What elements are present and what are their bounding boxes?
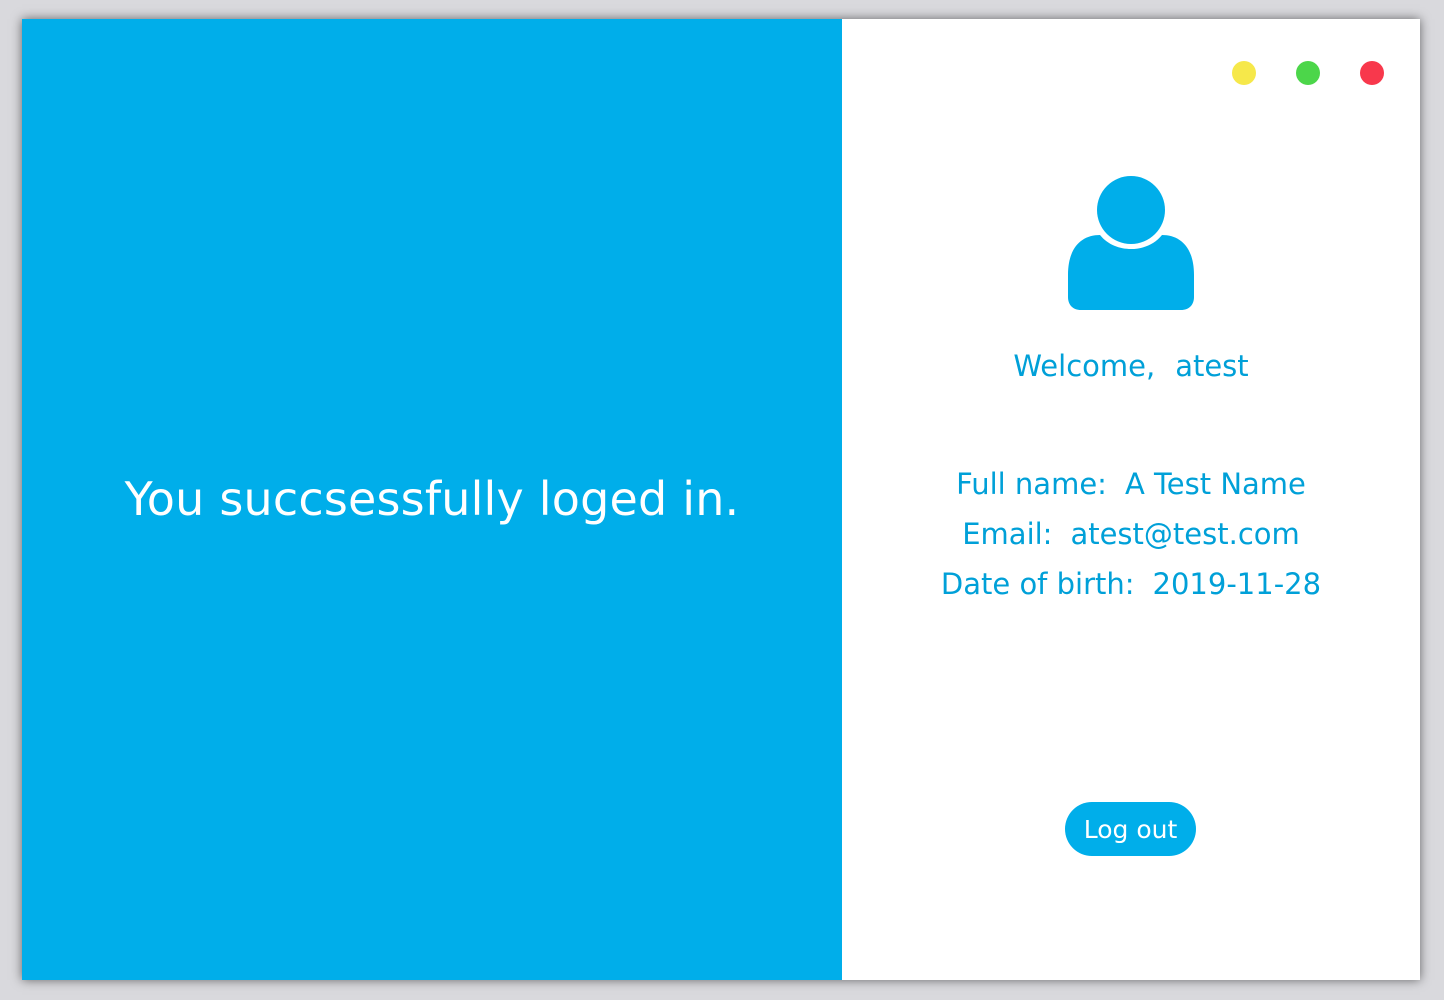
info-row-email: Email: atest@test.com (842, 509, 1420, 559)
close-icon[interactable] (1360, 61, 1384, 85)
welcome-label: Welcome, (1013, 349, 1156, 383)
maximize-icon[interactable] (1296, 61, 1320, 85)
email-value: atest@test.com (1070, 517, 1300, 551)
info-row-date-of-birth: Date of birth: 2019-11-28 (842, 559, 1420, 609)
user-icon (1068, 175, 1194, 310)
date-of-birth-value: 2019-11-28 (1152, 567, 1322, 601)
full-name-value: A Test Name (1124, 467, 1306, 501)
info-row-full-name: Full name: A Test Name (842, 459, 1420, 509)
username: atest (1175, 349, 1249, 383)
minimize-icon[interactable] (1232, 61, 1256, 85)
email-label: Email: (962, 517, 1053, 551)
right-panel: Welcome, atest Full name: A Test Name Emai… (842, 19, 1420, 980)
full-name-label: Full name: (956, 467, 1107, 501)
profile-info: Full name: A Test Name Email: atest@test.c… (842, 459, 1420, 609)
welcome-line: Welcome, atest (842, 349, 1420, 383)
login-success-message: You succsessfully loged in. (124, 471, 740, 526)
logout-button[interactable]: Log out (1065, 802, 1196, 856)
window-controls (1232, 61, 1384, 85)
left-panel: You succsessfully loged in. (22, 19, 842, 980)
app-window: You succsessfully loged in. Welcome, ates… (22, 19, 1420, 980)
date-of-birth-label: Date of birth: (940, 567, 1135, 601)
